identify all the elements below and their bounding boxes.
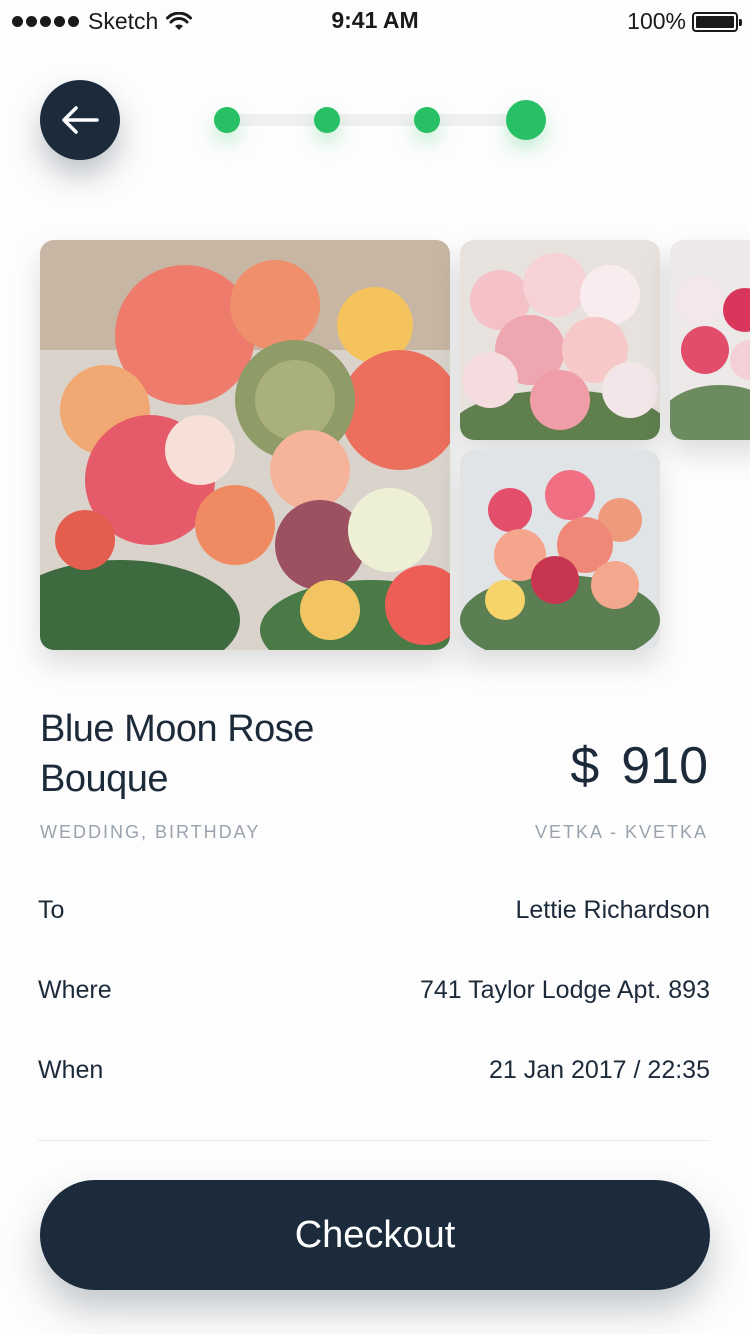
- mixed-bouquet-photo[interactable]: [460, 450, 660, 650]
- when-label: When: [38, 1055, 104, 1084]
- product-gallery: [40, 240, 750, 660]
- to-value: Lettie Richardson: [515, 895, 710, 924]
- where-label: Where: [38, 975, 112, 1004]
- status-bar: Sketch 9:41 AM 100%: [0, 0, 750, 40]
- divider: [38, 1140, 710, 1141]
- price-currency: $: [570, 737, 600, 795]
- when-value: 21 Jan 2017 / 22:35: [488, 1055, 710, 1084]
- progress-stepper: [212, 100, 552, 140]
- checkout-button[interactable]: Checkout: [40, 1180, 710, 1290]
- product-title: Blue Moon Rose Bouque: [40, 704, 400, 804]
- step-2-dot: [314, 107, 340, 133]
- battery-percentage: 100%: [627, 8, 686, 34]
- product-categories: WEDDING, BIRTHDAY: [40, 822, 261, 842]
- to-label: To: [38, 895, 65, 924]
- pink-roses-photo[interactable]: [460, 240, 660, 440]
- arrow-left-icon: [62, 106, 99, 134]
- product-title-line-1: Blue Moon Rose: [40, 708, 314, 750]
- detail-row-to[interactable]: To Lettie Richardson: [38, 890, 710, 930]
- price-amount: 910: [621, 737, 708, 795]
- where-value: 741 Taylor Lodge Apt. 893: [419, 975, 710, 1004]
- shop-name[interactable]: VETKA - KVETKA: [535, 822, 708, 843]
- partial-bouquet-photo[interactable]: [670, 240, 750, 440]
- step-3-dot: [414, 107, 440, 133]
- battery-icon: [692, 11, 742, 32]
- stepper-track: [226, 114, 532, 126]
- product-price: $910: [570, 736, 708, 796]
- product-title-line-2: Bouque: [40, 758, 169, 800]
- step-4-dot-active: [506, 100, 546, 140]
- bouquet-main-photo[interactable]: [40, 240, 450, 650]
- step-1-dot: [214, 107, 240, 133]
- back-button[interactable]: [40, 80, 120, 160]
- detail-row-where[interactable]: Where 741 Taylor Lodge Apt. 893: [38, 970, 710, 1010]
- detail-row-when[interactable]: When 21 Jan 2017 / 22:35: [38, 1050, 710, 1090]
- battery-group: 100%: [627, 8, 742, 35]
